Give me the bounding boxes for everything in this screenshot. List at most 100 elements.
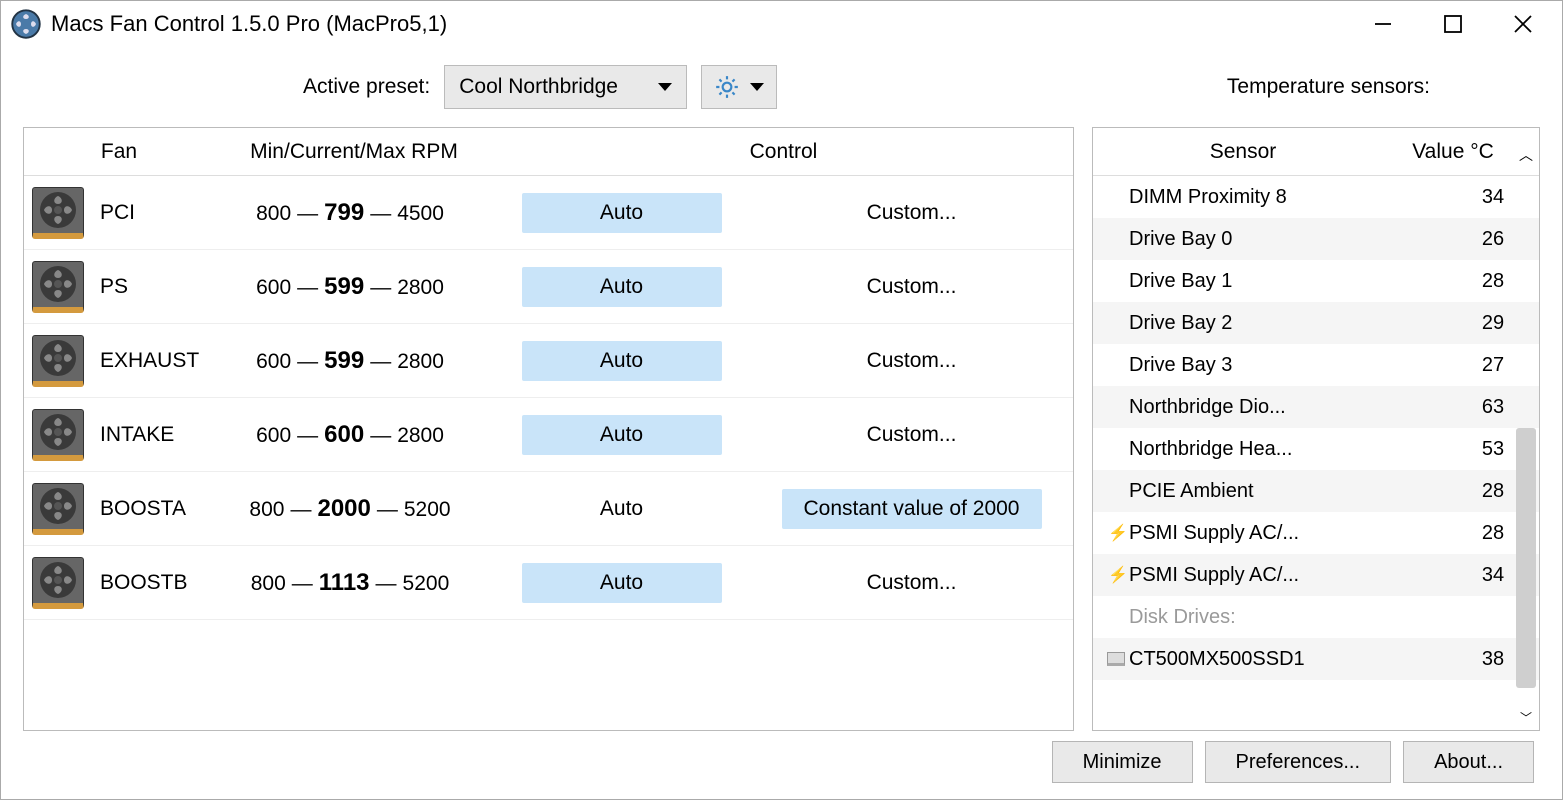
sensor-value: 63 xyxy=(1447,396,1539,419)
fan-control: Auto Constant value of 2000 xyxy=(490,489,1073,529)
auto-button[interactable]: Auto xyxy=(522,267,722,307)
content: Active preset: Cool Northbridge Temperat… xyxy=(1,47,1562,799)
sensor-name: PSMI Supply AC/... xyxy=(1129,564,1447,587)
sensor-row[interactable]: Drive Bay 026 xyxy=(1093,218,1539,260)
sensor-value: 34 xyxy=(1447,186,1539,209)
minimize-button[interactable] xyxy=(1368,9,1398,39)
auto-button[interactable]: Auto xyxy=(522,489,722,529)
group-label: Disk Drives: xyxy=(1129,606,1447,629)
preset-select[interactable]: Cool Northbridge xyxy=(444,65,687,109)
sensor-rows: DIMM Proximity 834Drive Bay 026Drive Bay… xyxy=(1093,176,1539,730)
sensor-row[interactable]: ⚡PSMI Supply AC/...34 xyxy=(1093,554,1539,596)
sensor-row[interactable]: PCIE Ambient28 xyxy=(1093,470,1539,512)
sensor-name: PCIE Ambient xyxy=(1129,480,1447,503)
sensor-name: DIMM Proximity 8 xyxy=(1129,186,1447,209)
preset-label: Active preset: xyxy=(303,75,430,99)
drive-icon xyxy=(1107,652,1129,666)
preferences-button[interactable]: Preferences... xyxy=(1205,741,1392,783)
fan-icon xyxy=(32,483,84,535)
chevron-down-icon xyxy=(658,83,672,91)
preset-value: Cool Northbridge xyxy=(459,75,618,99)
window-controls xyxy=(1368,9,1538,39)
sensor-value: 28 xyxy=(1447,270,1539,293)
custom-button[interactable]: Custom... xyxy=(782,415,1042,455)
header-rpm: Min/Current/Max RPM xyxy=(214,140,494,164)
sensor-name: Drive Bay 1 xyxy=(1129,270,1447,293)
minimize-tray-button[interactable]: Minimize xyxy=(1052,741,1193,783)
sensor-row[interactable]: Drive Bay 128 xyxy=(1093,260,1539,302)
fan-icon xyxy=(32,335,84,387)
fan-control: Auto Custom... xyxy=(490,267,1073,307)
close-button[interactable] xyxy=(1508,9,1538,39)
fan-name: INTAKE xyxy=(100,423,210,447)
fan-icon xyxy=(32,557,84,609)
gear-icon xyxy=(714,74,740,100)
fan-name: BOOSTB xyxy=(100,571,210,595)
window-title: Macs Fan Control 1.5.0 Pro (MacPro5,1) xyxy=(51,11,1368,37)
fan-table: Fan Min/Current/Max RPM Control PCI800—7… xyxy=(23,127,1074,731)
sensor-name: Northbridge Dio... xyxy=(1129,396,1447,419)
auto-button[interactable]: Auto xyxy=(522,563,722,603)
fan-row: INTAKE600—600—2800 Auto Custom... xyxy=(24,398,1073,472)
chevron-down-icon xyxy=(750,83,764,91)
fan-rpm: 800—799—4500 xyxy=(210,199,490,227)
sensor-name: Drive Bay 2 xyxy=(1129,312,1447,335)
sensor-row[interactable]: CT500MX500SSD138 xyxy=(1093,638,1539,680)
custom-button[interactable]: Custom... xyxy=(782,267,1042,307)
fan-row: PCI800—799—4500AutoCustom... xyxy=(24,176,1073,250)
sensor-name: Drive Bay 3 xyxy=(1129,354,1447,377)
sensor-row[interactable]: Northbridge Dio...63 xyxy=(1093,386,1539,428)
about-button[interactable]: About... xyxy=(1403,741,1534,783)
scrollbar-thumb[interactable] xyxy=(1516,428,1536,688)
custom-button[interactable]: Custom... xyxy=(782,563,1042,603)
panes: Fan Min/Current/Max RPM Control PCI800—7… xyxy=(23,127,1540,731)
header-control: Control xyxy=(494,140,1073,164)
window: Macs Fan Control 1.5.0 Pro (MacPro5,1) A… xyxy=(0,0,1563,800)
lightning-icon: ⚡ xyxy=(1107,565,1129,585)
sensor-value: 27 xyxy=(1447,354,1539,377)
fan-row: BOOSTB800—1113—5200 Auto Custom... xyxy=(24,546,1073,620)
fan-control: Auto Custom... xyxy=(490,341,1073,381)
fan-row: BOOSTA800—2000—5200 Auto Constant value of… xyxy=(24,472,1073,546)
scroll-down-button[interactable]: ﹀ xyxy=(1517,708,1535,726)
fan-rpm: 800—1113—5200 xyxy=(210,569,490,597)
titlebar: Macs Fan Control 1.5.0 Pro (MacPro5,1) xyxy=(1,1,1562,47)
sensor-name: Northbridge Hea... xyxy=(1129,438,1447,461)
fan-table-header: Fan Min/Current/Max RPM Control xyxy=(24,128,1073,176)
header-value: Value °C xyxy=(1393,140,1513,164)
sensor-table: Sensor Value °C ︿ DIMM Proximity 834Driv… xyxy=(1092,127,1540,731)
preset-settings-button[interactable] xyxy=(701,65,777,109)
sensor-row[interactable]: Drive Bay 327 xyxy=(1093,344,1539,386)
header-fan: Fan xyxy=(24,140,214,164)
sensor-value: 29 xyxy=(1447,312,1539,335)
fan-rpm: 800—2000—5200 xyxy=(210,495,490,523)
custom-button[interactable]: Custom... xyxy=(782,193,1042,233)
auto-button[interactable]: Auto xyxy=(522,415,722,455)
sensor-name: Drive Bay 0 xyxy=(1129,228,1447,251)
preset-area: Active preset: Cool Northbridge xyxy=(303,65,777,109)
fan-control: Auto Custom... xyxy=(490,193,1073,233)
sensor-row[interactable]: Northbridge Hea...53 xyxy=(1093,428,1539,470)
auto-button[interactable]: Auto xyxy=(522,341,722,381)
fan-rpm: 600—599—2800 xyxy=(210,347,490,375)
fan-control: Auto Custom... xyxy=(490,415,1073,455)
fan-control: Auto Custom... xyxy=(490,563,1073,603)
maximize-button[interactable] xyxy=(1438,9,1468,39)
sensor-group-row: Disk Drives: xyxy=(1093,596,1539,638)
custom-button[interactable]: Constant value of 2000 xyxy=(782,489,1042,529)
custom-button[interactable]: Custom... xyxy=(782,341,1042,381)
sensor-row[interactable]: Drive Bay 229 xyxy=(1093,302,1539,344)
fan-icon xyxy=(32,409,84,461)
sensor-row[interactable]: DIMM Proximity 834 xyxy=(1093,176,1539,218)
sensor-value: 26 xyxy=(1447,228,1539,251)
sensor-row[interactable]: ⚡PSMI Supply AC/...28 xyxy=(1093,512,1539,554)
footer: Minimize Preferences... About... xyxy=(23,741,1540,783)
sensor-name: CT500MX500SSD1 xyxy=(1129,648,1447,671)
fan-name: BOOSTA xyxy=(100,497,210,521)
fan-row: EXHAUST600—599—2800AutoCustom... xyxy=(24,324,1073,398)
scroll-up-button[interactable]: ︿ xyxy=(1513,139,1539,165)
toolbar: Active preset: Cool Northbridge Temperat… xyxy=(23,57,1540,117)
auto-button[interactable]: Auto xyxy=(522,193,722,233)
fan-rpm: 600—599—2800 xyxy=(210,273,490,301)
fan-rpm: 600—600—2800 xyxy=(210,421,490,449)
